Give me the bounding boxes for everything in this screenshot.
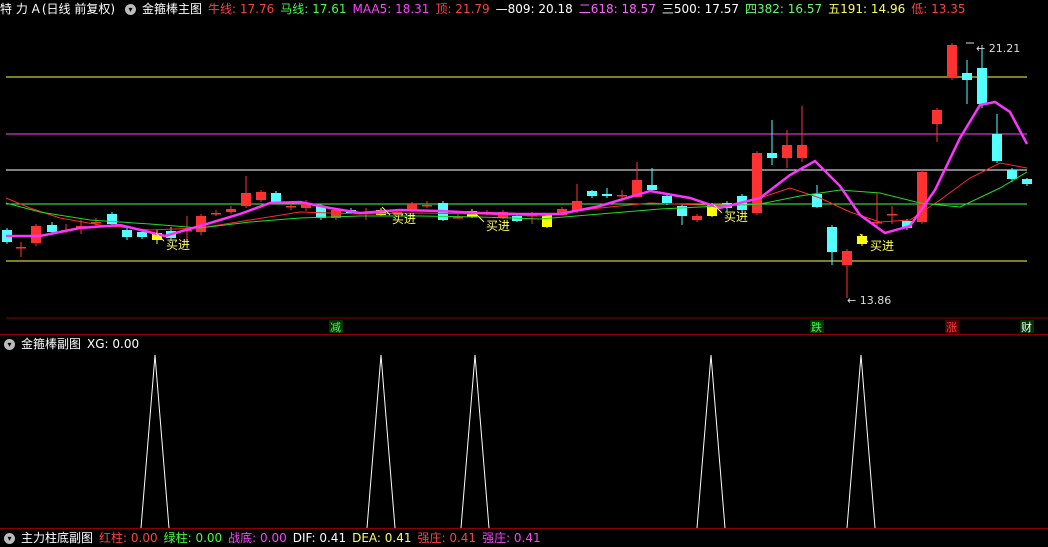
sub1-header: ▾ 金箍棒副图 XG: 0.00 (0, 335, 145, 353)
candle-body (107, 214, 117, 224)
sub2-value-5: 强庄: 0.41 (417, 531, 477, 545)
low-price-label: ← 13.86 (847, 294, 891, 307)
candle-body (211, 213, 221, 215)
xg-spike (366, 354, 396, 529)
candle-body (453, 217, 463, 219)
candle[interactable] (1007, 168, 1017, 182)
candle-body (827, 227, 837, 252)
candle-body (887, 214, 897, 216)
candle[interactable] (241, 176, 251, 208)
candle[interactable] (107, 212, 117, 226)
candle[interactable] (842, 249, 852, 298)
sub2-indicator-name[interactable]: 主力柱底副图 (21, 531, 93, 545)
buy-arrow (475, 213, 485, 223)
candle[interactable] (226, 206, 236, 214)
candle[interactable] (211, 210, 221, 216)
candle-body (122, 230, 132, 237)
high-price-label: ← 21.21 (976, 42, 1020, 55)
candle[interactable] (932, 108, 942, 142)
candle-body (767, 153, 777, 158)
xg-spike (846, 354, 876, 529)
sub2-value-4: DEA: 0.41 (352, 531, 412, 545)
candle-body (782, 145, 792, 158)
chevron-down-icon[interactable]: ▾ (4, 533, 15, 544)
candle-body (842, 251, 852, 265)
candle[interactable] (122, 228, 132, 240)
candle[interactable] (992, 114, 1002, 163)
candle[interactable] (782, 130, 792, 168)
candle-body (1007, 170, 1017, 179)
xg-spike (460, 354, 490, 529)
event-marker-2: 涨 (946, 321, 957, 334)
buy-signal-label: 买进 (166, 238, 190, 252)
sub2-header: ▾ 主力柱底副图 红柱: 0.00 绿柱: 0.00 战底: 0.00 DIF: 0.41… (0, 529, 553, 547)
xg-spike (140, 354, 170, 529)
candle-body (617, 195, 627, 197)
candle-body (47, 225, 57, 232)
candle-body (962, 73, 972, 80)
pane-divider[interactable] (0, 334, 1048, 335)
candle[interactable] (767, 120, 777, 165)
buy-signal-label: 买进 (870, 239, 894, 253)
buy-signal-label: 买进 (392, 212, 416, 226)
candle-body (1022, 179, 1032, 184)
candle-body (226, 209, 236, 212)
candle[interactable] (1022, 178, 1032, 186)
candle[interactable] (16, 242, 26, 257)
sub2-value-6: 强庄: 0.41 (482, 531, 541, 545)
sub2-value-1: 绿柱: 0.00 (163, 531, 223, 545)
candle-body (692, 216, 702, 220)
candle-body (947, 45, 957, 78)
candle[interactable] (587, 190, 597, 198)
candle-body (241, 193, 251, 206)
buy-signal-label: 买进 (486, 219, 510, 233)
candle-body (602, 194, 612, 196)
candle-body (256, 192, 266, 200)
candle-body (286, 206, 296, 208)
candle-body (932, 110, 942, 124)
candle[interactable] (962, 60, 972, 104)
candle[interactable] (947, 43, 957, 80)
candle-body (16, 247, 26, 249)
candle-body (422, 205, 432, 207)
sub1-indicator-name[interactable]: 金箍棒副图 (21, 337, 81, 351)
event-marker-0: 减 (330, 321, 341, 334)
candle-body (31, 226, 41, 243)
candle[interactable] (256, 190, 266, 202)
candle-body (542, 215, 552, 227)
candle[interactable] (617, 190, 627, 198)
candle[interactable] (677, 204, 687, 225)
candle-body (797, 145, 807, 158)
event-marker-1: 跌 (811, 320, 822, 334)
candle-body (137, 232, 147, 237)
candle-body (647, 185, 657, 190)
candle[interactable] (752, 151, 762, 215)
chevron-down-icon[interactable]: ▾ (4, 339, 15, 350)
sub2-value-3: DIF: 0.41 (292, 531, 347, 545)
candle-body (271, 193, 281, 202)
candle-body (977, 68, 987, 104)
xg-label: XG: 0.00 (87, 337, 140, 351)
candle[interactable] (647, 168, 657, 192)
sub2-value-2: 战底: 0.00 (228, 531, 287, 545)
buy-signal-label: 买进 (724, 210, 748, 224)
candle[interactable] (827, 225, 837, 265)
candle-body (587, 191, 597, 196)
price-chart[interactable]: 买进买进 买进买进买进← 21.21← 13.86减跌涨财 (0, 0, 1048, 538)
xg-spike (696, 354, 726, 529)
candle-body (992, 134, 1002, 161)
sub2-indicator-values: 红柱: 0.00 绿柱: 0.00 战底: 0.00 DIF: 0.41 DEA: 0.… (99, 531, 547, 545)
candle[interactable] (602, 188, 612, 198)
event-marker-3: 财 (1021, 320, 1032, 334)
sub2-value-0: 红柱: 0.00 (99, 531, 158, 545)
candle[interactable] (692, 214, 702, 222)
candle-body (662, 196, 672, 203)
